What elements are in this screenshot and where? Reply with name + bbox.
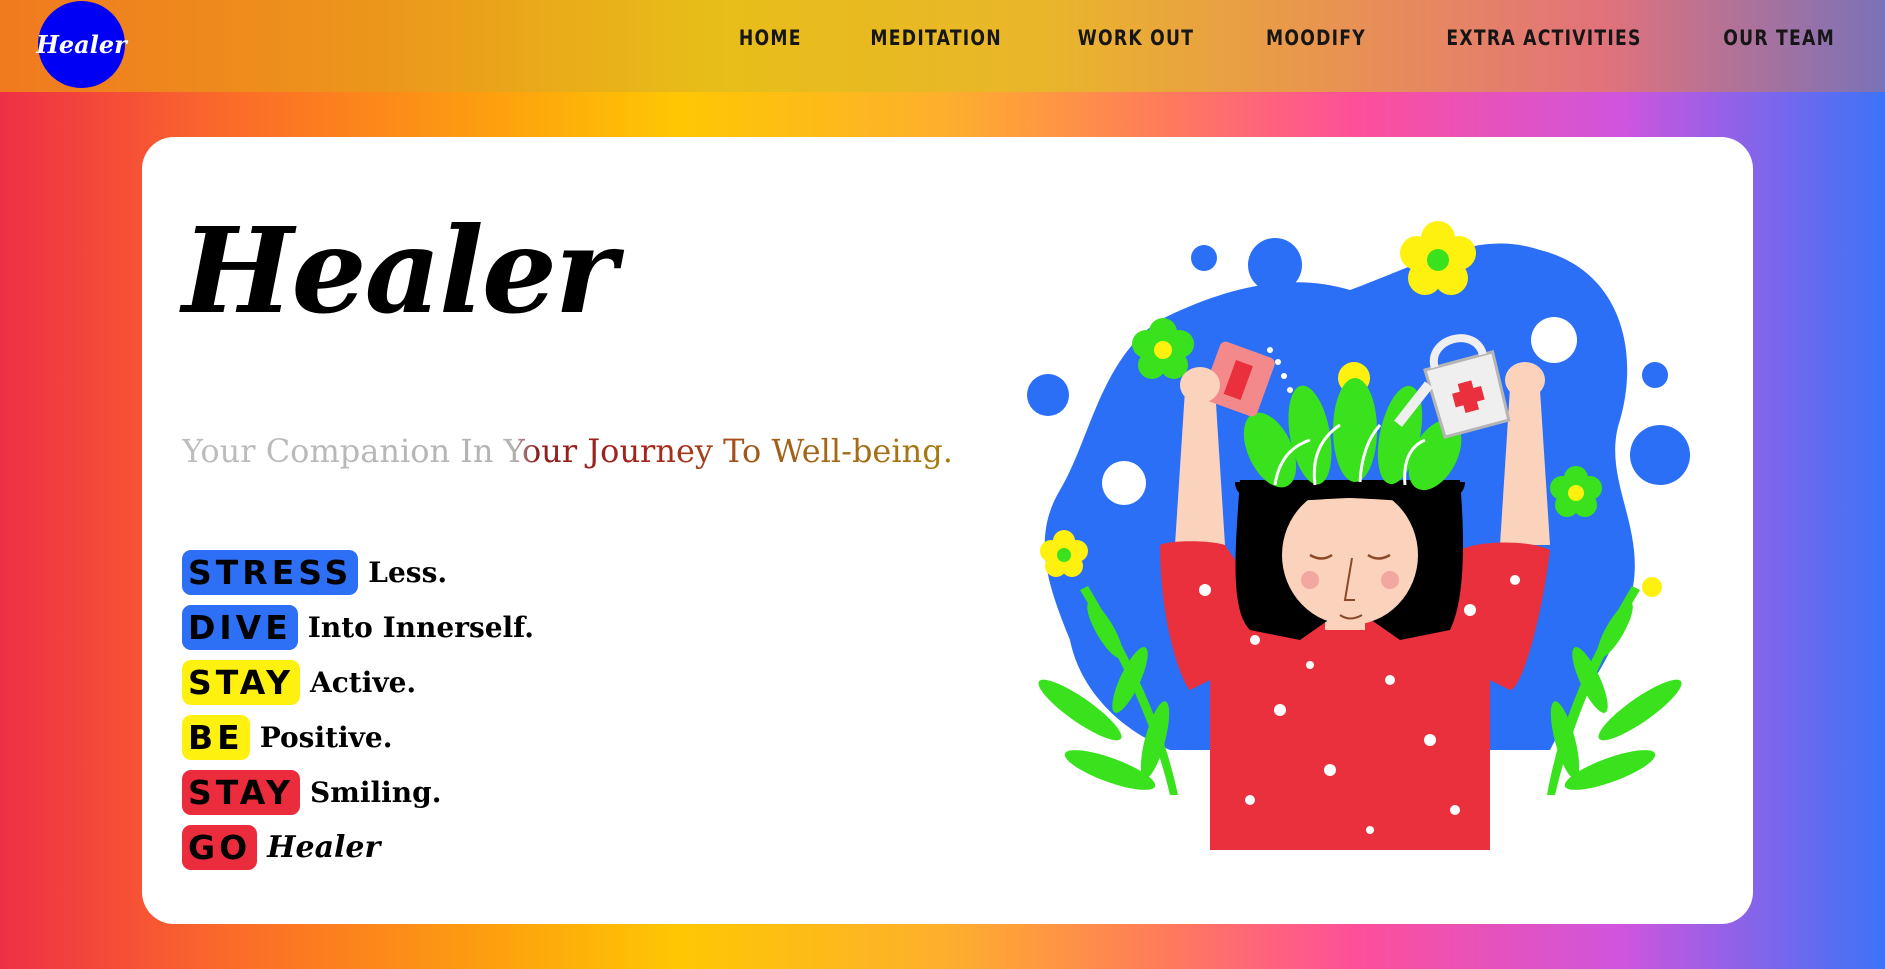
motto-badge: STAY [182,660,300,705]
motto-badge: STRESS [182,550,359,595]
motto-item: STAY Active. [182,655,534,710]
motto-item: DIVE Into Innerself. [182,600,534,655]
motto-list: STRESS Less. DIVE Into Innerself. STAY A… [182,545,534,875]
motto-item: STAY Smiling. [182,765,534,820]
motto-badge: BE [182,715,250,760]
hero-title: Healer [182,201,617,340]
nav-link-meditation[interactable]: MEDITATION [871,26,1003,50]
nav-link-work-out[interactable]: WORK OUT [1078,26,1194,50]
motto-badge: GO [182,825,258,870]
nav-link-home[interactable]: HOME [739,26,802,50]
mental-wellbeing-illustration [1027,221,1690,850]
motto-text: Smiling. [310,776,442,809]
hero-tagline: Your Companion In Your Journey To Well-b… [182,432,953,470]
motto-item: STRESS Less. [182,545,534,600]
motto-item: BE Positive. [182,710,534,765]
motto-badge: STAY [182,770,300,815]
nav-links: HOME MEDITATION WORK OUT MOODIFY EXTRA A… [732,26,1847,50]
motto-text: Into Innerself. [307,611,534,644]
motto-item: GO Healer [182,820,534,875]
logo[interactable]: Healer [36,1,127,88]
nav-link-extra-activities[interactable]: EXTRA ACTIVITIES [1446,26,1641,50]
motto-text: Less. [368,556,448,589]
motto-badge: DIVE [182,605,298,650]
flower-icon [1400,221,1476,295]
motto-text: Positive. [259,721,393,754]
motto-text: Healer [267,830,381,865]
navbar: Healer HOME MEDITATION WORK OUT MOODIFY … [0,0,1885,92]
motto-text: Active. [310,666,417,699]
nav-link-moodify[interactable]: MOODIFY [1266,26,1366,50]
face [1282,485,1418,625]
nav-link-our-team[interactable]: OUR TEAM [1723,26,1835,50]
